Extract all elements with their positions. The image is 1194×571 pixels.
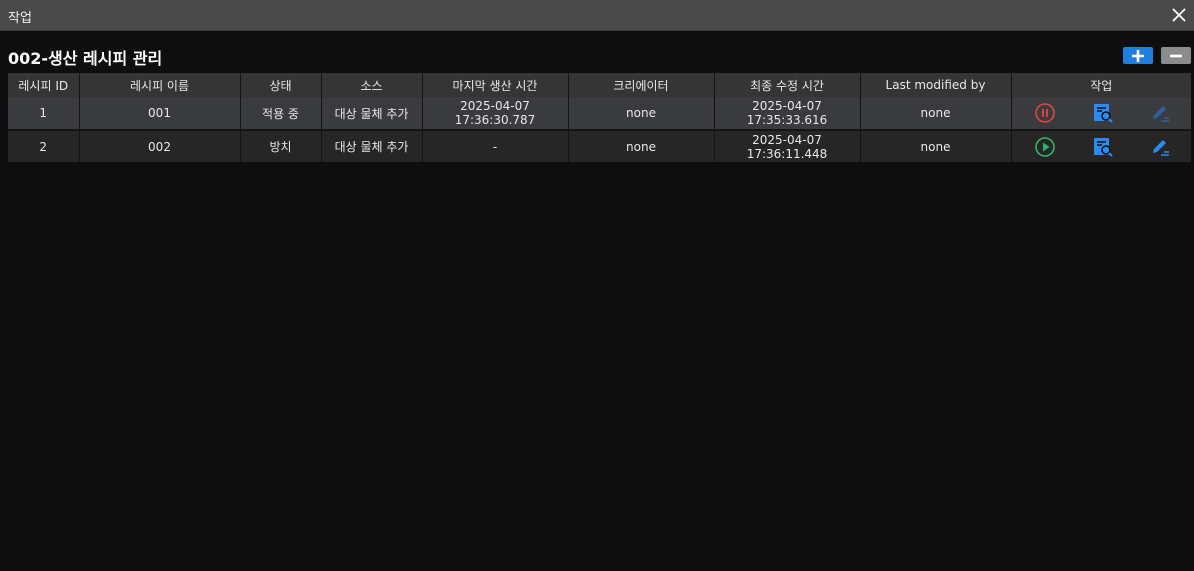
- remove-recipe-button[interactable]: [1161, 47, 1191, 64]
- add-recipe-button[interactable]: [1123, 47, 1153, 64]
- header-modified[interactable]: 최종 수정 시간: [714, 73, 861, 97]
- cell-modified-by: none: [860, 97, 1012, 130]
- header-creator[interactable]: 크리에이터: [568, 73, 715, 97]
- cell-last-production: 2025-04-07 17:36:30.787: [422, 97, 569, 130]
- view-icon[interactable]: [1092, 136, 1114, 158]
- cell-source: 대상 물체 추가: [321, 129, 423, 162]
- edit-icon[interactable]: [1149, 136, 1171, 158]
- header-recipe-id[interactable]: 레시피 ID: [8, 73, 80, 97]
- table-header-row: 레시피 ID 레시피 이름 상태 소스 마지막 생산 시간 크리에이터 최종 수…: [8, 73, 1191, 97]
- pause-icon[interactable]: [1034, 102, 1056, 124]
- cell-modified-by: none: [860, 129, 1012, 162]
- cell-modified: 2025-04-07 17:36:11.448: [714, 129, 861, 162]
- minus-icon: [1170, 54, 1182, 58]
- status-badge: 방치: [240, 129, 322, 162]
- status-badge: 적용 중: [240, 97, 322, 130]
- header-modified-by[interactable]: Last modified by: [860, 73, 1012, 97]
- table-row[interactable]: 2 002 방치 대상 물체 추가 - none 2025-04-07 17:3…: [8, 129, 1191, 162]
- page-title: 002-생산 레시피 관리: [8, 49, 163, 68]
- plus-icon: [1132, 50, 1144, 62]
- table-row[interactable]: 1 001 적용 중 대상 물체 추가 2025-04-07 17:36:30.…: [8, 97, 1191, 130]
- header-recipe-name[interactable]: 레시피 이름: [79, 73, 241, 97]
- window-title: 작업: [8, 11, 32, 26]
- recipe-table: 레시피 ID 레시피 이름 상태 소스 마지막 생산 시간 크리에이터 최종 수…: [8, 73, 1191, 162]
- edit-icon[interactable]: [1149, 102, 1171, 124]
- cell-source: 대상 물체 추가: [321, 97, 423, 130]
- cell-recipe-name: 002: [79, 129, 241, 162]
- header-status[interactable]: 상태: [240, 73, 322, 97]
- cell-modified: 2025-04-07 17:35:33.616: [714, 97, 861, 130]
- header-actions: 작업: [1011, 73, 1191, 97]
- cell-last-production: -: [422, 129, 569, 162]
- close-icon[interactable]: [1168, 4, 1190, 26]
- header-source[interactable]: 소스: [321, 73, 423, 97]
- cell-recipe-name: 001: [79, 97, 241, 130]
- cell-actions: [1011, 129, 1191, 162]
- view-icon[interactable]: [1092, 102, 1114, 124]
- cell-creator: none: [568, 129, 715, 162]
- cell-creator: none: [568, 97, 715, 130]
- cell-actions: [1011, 97, 1191, 130]
- cell-recipe-id: 2: [8, 129, 80, 162]
- play-icon[interactable]: [1034, 136, 1056, 158]
- window-titlebar: 작업: [0, 0, 1194, 31]
- cell-recipe-id: 1: [8, 97, 80, 130]
- header-last-production[interactable]: 마지막 생산 시간: [422, 73, 569, 97]
